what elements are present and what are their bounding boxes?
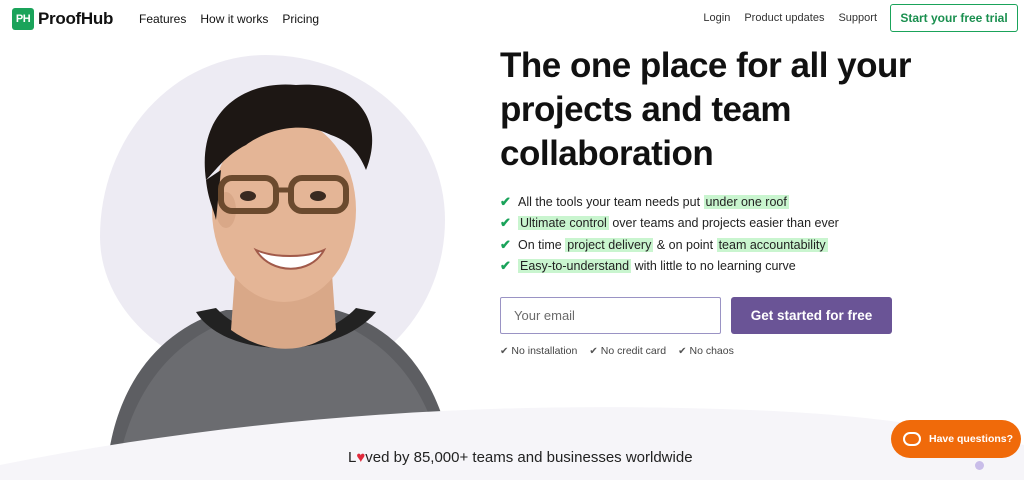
feature-item: ✔ Easy-to-understand with little to no l… [500,256,839,278]
nav-support-link[interactable]: Support [838,12,877,24]
perks-list: ✔ No installation ✔ No credit card ✔ No cha… [500,345,734,357]
nav-how-it-works-link[interactable]: How it works [200,12,268,26]
email-input[interactable] [500,297,721,334]
feature-text: Ultimate control over teams and projects… [518,216,839,231]
feature-text: All the tools your team needs put under … [518,194,789,209]
feature-highlight: Easy-to-understand [518,259,632,274]
decorative-dot [975,461,984,470]
feature-highlight: Ultimate control [518,216,609,231]
perk-item: ✔ No installation [500,345,578,357]
get-started-button[interactable]: Get started for free [731,297,892,334]
heart-icon: ♥ [356,449,366,466]
social-proof-text: L♥ved by 85,000+ teams and businesses wo… [348,449,693,466]
nav-features-link[interactable]: Features [139,12,186,26]
feature-list: ✔ All the tools your team needs put unde… [500,191,839,277]
check-icon: ✔ [678,345,687,357]
chat-widget-button[interactable]: Have questions? [891,420,1021,458]
feature-highlight: team accountability [716,237,828,252]
feature-item: ✔ All the tools your team needs put unde… [500,191,839,213]
check-icon: ✔ [500,258,511,274]
perk-item: ✔ No credit card [589,345,667,357]
feature-item: ✔ Ultimate control over teams and projec… [500,213,839,235]
nav-product-updates-link[interactable]: Product updates [744,12,824,24]
feature-text: Easy-to-understand with little to no lea… [518,259,796,274]
feature-highlight: project delivery [565,237,654,252]
primary-nav: Features How it works Pricing [139,12,319,26]
chat-bubble-icon [903,432,921,446]
section-divider-curve [0,407,1024,480]
nav-login-link[interactable]: Login [703,12,730,24]
feature-text: On time project delivery & on point team… [518,237,828,252]
feature-highlight: under one roof [703,194,789,209]
proofhub-logo[interactable]: PH ProofHub [12,8,113,30]
start-free-trial-button[interactable]: Start your free trial [890,4,1018,32]
check-icon: ✔ [500,345,509,357]
check-icon: ✔ [500,236,511,252]
logo-text: ProofHub [38,9,114,28]
feature-item: ✔ On time project delivery & on point te… [500,234,839,256]
secondary-nav: Login Product updates Support [703,12,877,24]
chat-label: Have questions? [929,433,1014,445]
check-icon: ✔ [500,215,511,231]
nav-pricing-link[interactable]: Pricing [282,12,319,26]
perk-item: ✔ No chaos [678,345,734,357]
top-navigation: PH ProofHub Features How it works Pricin… [0,0,1024,38]
check-icon: ✔ [589,345,598,357]
logo-mark-icon: PH [12,8,34,30]
hero-headline: The one place for all your projects and … [500,46,911,173]
check-icon: ✔ [500,193,511,209]
